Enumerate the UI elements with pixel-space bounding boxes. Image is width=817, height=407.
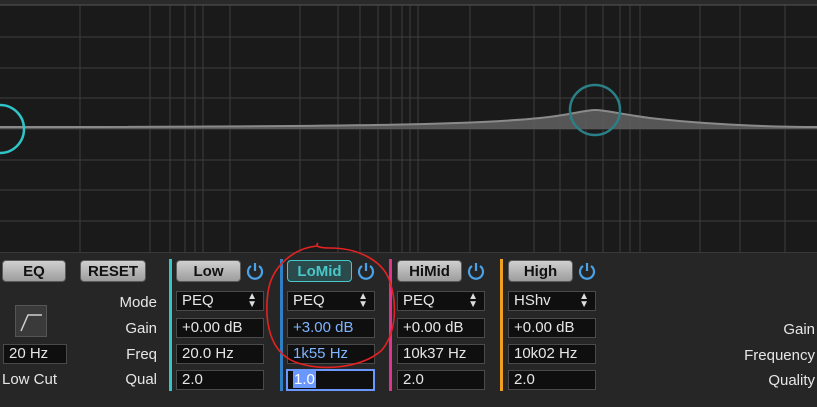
high-gain-field[interactable]: +0.00 dB [508, 318, 596, 338]
reset-button[interactable]: RESET [80, 260, 146, 282]
low-cut-freq-field[interactable]: 20 Hz [3, 344, 67, 364]
power-icon[interactable] [245, 261, 265, 281]
band-high-button[interactable]: High [508, 260, 573, 282]
power-icon[interactable] [577, 261, 597, 281]
band-himid-button[interactable]: HiMid [397, 260, 462, 282]
lomid-band-color-bar [280, 259, 283, 391]
low-cut-label: Low Cut [2, 371, 58, 388]
freq-label: Freq [126, 346, 157, 363]
mode-label: Mode [119, 294, 157, 311]
eq-graph-svg[interactable] [0, 0, 817, 252]
band-lomid-button[interactable]: LoMid [287, 260, 352, 282]
lomid-freq-field[interactable]: 1k55 Hz [287, 344, 375, 364]
lomid-mode-select[interactable]: PEQ ▲ ▼ [287, 291, 375, 311]
gain-label: Gain [125, 320, 157, 337]
lomid-gain-field[interactable]: +3.00 dB [287, 318, 375, 338]
quality-axis-label: Quality [768, 372, 815, 389]
high-band-color-bar [500, 259, 503, 391]
select-arrows-icon: ▲ ▼ [247, 291, 257, 310]
qual-label: Qual [125, 371, 157, 388]
himid-q-field[interactable]: 2.0 [397, 370, 485, 390]
low-q-field[interactable]: 2.0 [176, 370, 264, 390]
gain-axis-label: Gain [783, 321, 815, 338]
lomid-q-field[interactable]: 1.0 [286, 369, 375, 391]
low-freq-field[interactable]: 20.0 Hz [176, 344, 264, 364]
high-freq-field[interactable]: 10k02 Hz [508, 344, 596, 364]
low-cut-filter-icon[interactable] [15, 305, 47, 337]
select-arrows-icon: ▲ ▼ [358, 291, 368, 310]
low-mode-select[interactable]: PEQ ▲ ▼ [176, 291, 264, 311]
power-icon[interactable] [466, 261, 486, 281]
band-low-button[interactable]: Low [176, 260, 241, 282]
himid-mode-select[interactable]: PEQ ▲ ▼ [397, 291, 485, 311]
select-arrows-icon: ▲ ▼ [579, 291, 589, 310]
low-gain-field[interactable]: +0.00 dB [176, 318, 264, 338]
low-band-color-bar [169, 259, 172, 391]
power-icon[interactable] [356, 261, 376, 281]
himid-band-color-bar [389, 259, 392, 391]
high-mode-select[interactable]: HShv ▲ ▼ [508, 291, 596, 311]
high-q-field[interactable]: 2.0 [508, 370, 596, 390]
eq-button[interactable]: EQ [2, 260, 66, 282]
select-arrows-icon: ▲ ▼ [468, 291, 478, 310]
himid-gain-field[interactable]: +0.00 dB [397, 318, 485, 338]
frequency-axis-label: Frequency [744, 347, 815, 364]
graph-top-bar [0, 0, 817, 5]
himid-freq-field[interactable]: 10k37 Hz [397, 344, 485, 364]
eq-graph[interactable] [0, 0, 817, 252]
